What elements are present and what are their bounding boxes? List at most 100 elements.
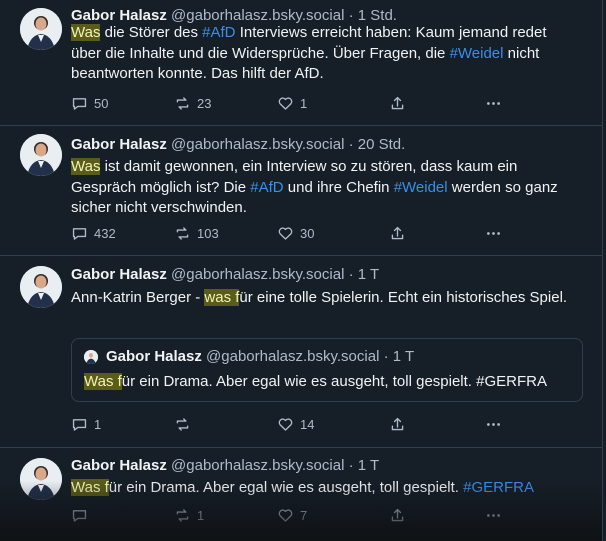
like-button[interactable]: 1 <box>277 93 307 113</box>
post-header: Gabor Halasz @gaborhalasz.bsky.social · … <box>71 265 379 285</box>
quote-avatar <box>84 350 98 364</box>
hashtag-link[interactable]: #AfD <box>250 179 283 196</box>
share-button[interactable] <box>389 414 406 434</box>
post-actions: 1 14 <box>71 414 511 434</box>
post-time[interactable]: · 1 Std. <box>349 7 397 24</box>
author-handle[interactable]: @gaborhalasz.bsky.social <box>171 136 344 153</box>
hashtag-link[interactable]: #Weidel <box>394 179 448 196</box>
repost-icon <box>176 226 189 240</box>
author-handle[interactable]: @gaborhalasz.bsky.social <box>171 457 344 474</box>
reply-icon <box>72 227 87 240</box>
share-icon <box>391 96 404 109</box>
post-item[interactable]: Gabor Halasz @gaborhalasz.bsky.social · … <box>0 256 602 448</box>
search-highlight: Was f <box>71 479 109 496</box>
post-text: Was die Störer des #AfD Interviews errei… <box>71 23 571 85</box>
reply-button[interactable]: 432 <box>71 223 116 243</box>
author-name[interactable]: Gabor Halasz <box>71 457 167 474</box>
author-handle[interactable]: @gaborhalasz.bsky.social <box>171 266 344 283</box>
more-options-button[interactable] <box>485 93 502 113</box>
reply-count: 432 <box>94 225 116 241</box>
quote-author-name: Gabor Halasz <box>106 348 202 365</box>
more-icon <box>487 513 500 517</box>
hashtag-link[interactable]: #GERFRA <box>463 479 534 496</box>
author-handle[interactable]: @gaborhalasz.bsky.social <box>171 7 344 24</box>
post-text: Ann-Katrin Berger - was für eine tolle S… <box>71 288 571 309</box>
hashtag-link[interactable]: #AfD <box>202 24 235 41</box>
repost-count: 23 <box>197 95 212 111</box>
reply-button[interactable] <box>71 505 94 525</box>
quoted-post[interactable]: Gabor Halasz @gaborhalasz.bsky.social · … <box>71 338 583 402</box>
reply-button[interactable]: 50 <box>71 93 108 113</box>
more-icon <box>487 101 500 105</box>
reply-icon <box>72 509 87 522</box>
more-options-button[interactable] <box>485 414 502 434</box>
repost-button[interactable]: 1 <box>174 505 204 525</box>
more-icon <box>487 422 500 426</box>
like-button[interactable]: 14 <box>277 414 314 434</box>
text-segment: die Störer des <box>100 24 203 41</box>
post-time[interactable]: · 1 T <box>349 266 380 283</box>
more-options-button[interactable] <box>485 505 502 525</box>
like-count: 1 <box>300 95 308 111</box>
quote-text: Was für ein Drama. Aber egal wie es ausg… <box>84 372 547 392</box>
post-actions: 50 23 1 <box>71 93 511 113</box>
repost-button[interactable]: 103 <box>174 223 219 243</box>
author-name[interactable]: Gabor Halasz <box>71 7 167 24</box>
post-feed: Gabor Halasz @gaborhalasz.bsky.social · … <box>0 0 603 541</box>
heart-icon <box>278 96 293 110</box>
text-segment: ür eine tolle Spielerin. Echt ein histor… <box>239 289 568 306</box>
post-actions: 432 103 30 <box>71 223 511 243</box>
post-actions: 1 7 <box>71 505 511 525</box>
share-icon <box>391 226 404 239</box>
search-highlight: Was <box>71 24 101 41</box>
search-highlight: Was <box>71 158 101 175</box>
like-count: 14 <box>300 416 315 432</box>
hashtag-link[interactable]: #Weidel <box>450 45 504 62</box>
post-time[interactable]: · 1 T <box>349 457 380 474</box>
repost-icon <box>176 96 189 110</box>
reply-count: 50 <box>94 95 109 111</box>
heart-icon <box>278 417 293 431</box>
heart-icon <box>278 508 293 522</box>
post-header: Gabor Halasz @gaborhalasz.bsky.social · … <box>71 135 405 155</box>
repost-button[interactable]: 23 <box>174 93 211 113</box>
quote-author-handle: @gaborhalasz.bsky.social <box>206 348 380 365</box>
more-icon <box>487 231 500 235</box>
avatar[interactable] <box>20 458 62 500</box>
post-text: Was für ein Drama. Aber egal wie es ausg… <box>71 478 571 499</box>
share-icon <box>391 508 404 521</box>
reply-icon <box>72 418 87 431</box>
author-name[interactable]: Gabor Halasz <box>71 136 167 153</box>
like-count: 30 <box>300 225 315 241</box>
post-item[interactable]: Gabor Halasz @gaborhalasz.bsky.social · … <box>0 0 602 126</box>
quote-time: · 1 T <box>383 348 415 365</box>
share-button[interactable] <box>389 223 406 243</box>
reply-count: 1 <box>94 416 102 432</box>
post-time[interactable]: · 20 Std. <box>349 136 406 153</box>
like-count: 7 <box>300 507 308 523</box>
more-options-button[interactable] <box>485 223 502 243</box>
author-name[interactable]: Gabor Halasz <box>71 266 167 283</box>
avatar[interactable] <box>20 8 62 50</box>
share-button[interactable] <box>389 505 406 525</box>
share-icon <box>391 417 404 430</box>
search-highlight: Was f <box>84 373 122 390</box>
avatar[interactable] <box>20 266 62 308</box>
text-segment: Ann-Katrin Berger - <box>71 289 205 306</box>
like-button[interactable]: 30 <box>277 223 314 243</box>
post-item[interactable]: Gabor Halasz @gaborhalasz.bsky.social · … <box>0 448 602 541</box>
reply-icon <box>72 97 87 110</box>
repost-icon <box>176 508 189 522</box>
avatar[interactable] <box>20 134 62 176</box>
reply-button[interactable]: 1 <box>71 414 101 434</box>
search-highlight: was f <box>204 289 240 306</box>
repost-icon <box>176 417 189 431</box>
post-text: Was ist damit gewonnen, ein Interview so… <box>71 157 571 219</box>
text-segment: ür ein Drama. Aber egal wie es ausgeht, … <box>121 373 547 390</box>
quote-header: Gabor Halasz @gaborhalasz.bsky.social · … <box>106 347 414 367</box>
text-segment: und ihre Chefin <box>283 178 394 196</box>
repost-button[interactable] <box>174 414 197 434</box>
like-button[interactable]: 7 <box>277 505 307 525</box>
share-button[interactable] <box>389 93 406 113</box>
post-item[interactable]: Gabor Halasz @gaborhalasz.bsky.social · … <box>0 126 602 256</box>
